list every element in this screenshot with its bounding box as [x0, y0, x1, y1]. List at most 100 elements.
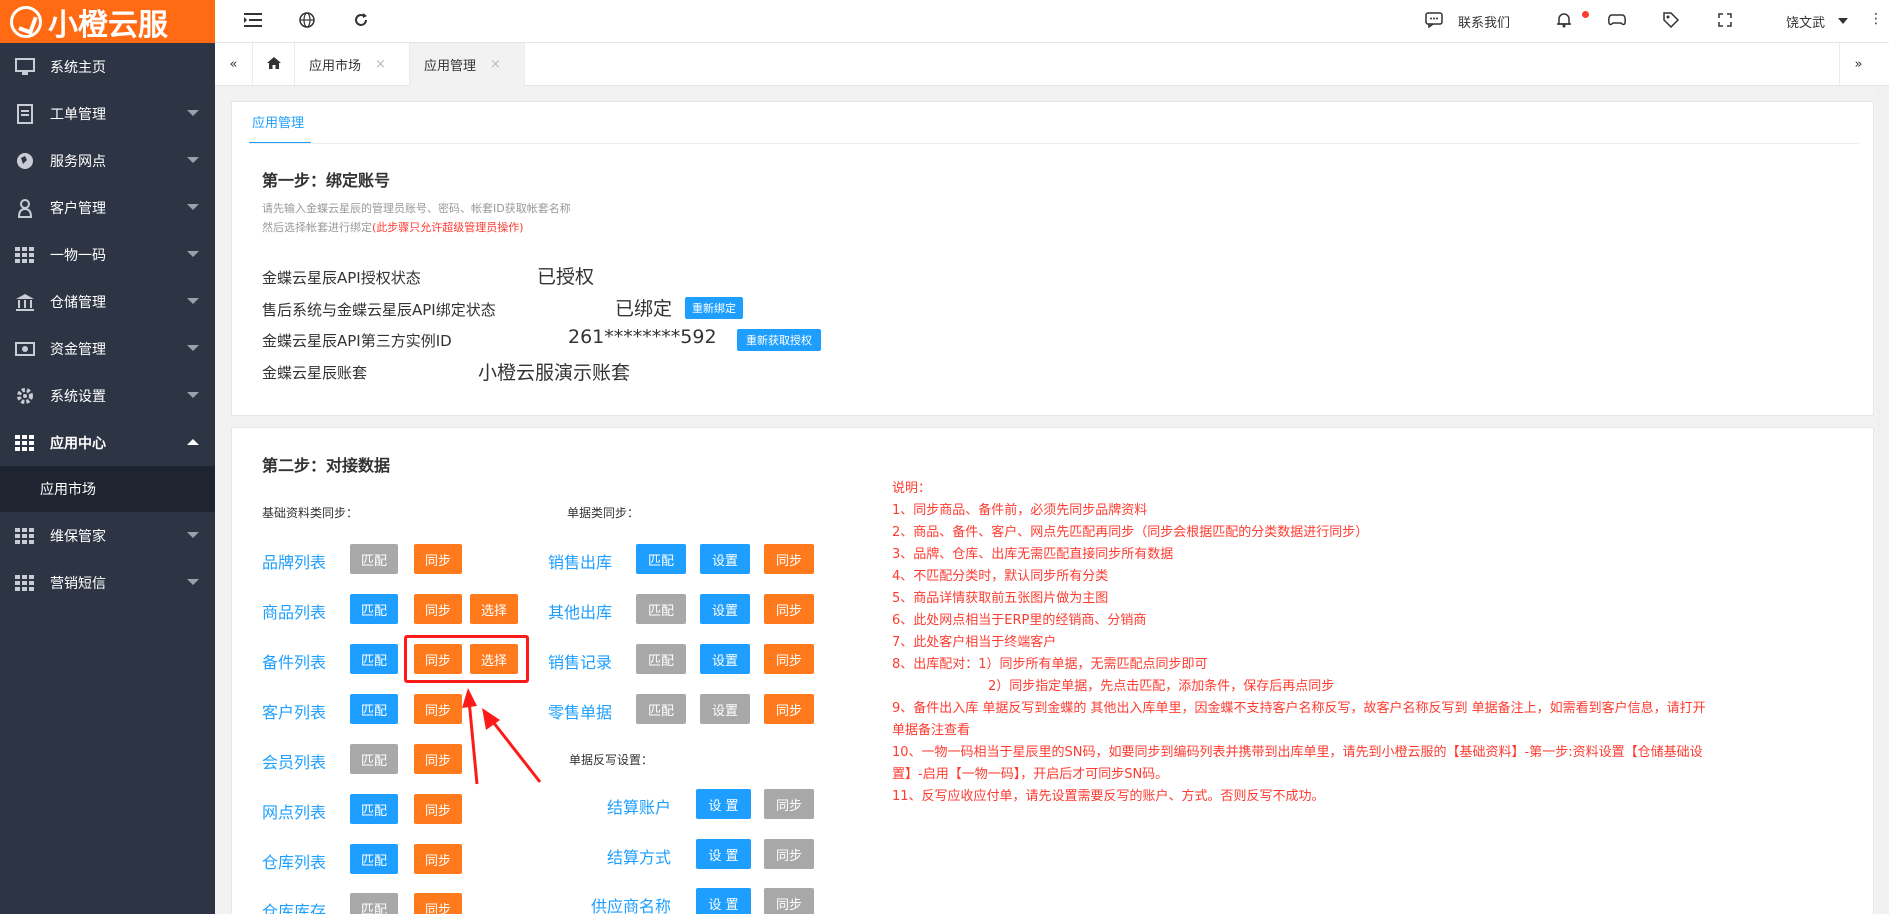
sidebar-item-tickets[interactable]: 工单管理: [0, 90, 215, 137]
supplier-name-sync-button[interactable]: 同步: [764, 888, 814, 914]
hint-text: 然后选择帐套进行绑定: [262, 221, 372, 234]
customer-match-button[interactable]: 匹配: [350, 694, 398, 724]
sales-record-match-button[interactable]: 匹配: [636, 644, 686, 674]
sidebar-item-label: 系统设置: [50, 388, 106, 405]
close-icon[interactable]: ×: [490, 57, 501, 72]
retail-doc-sync-button[interactable]: 同步: [764, 694, 814, 724]
other-outbound-setting-button[interactable]: 设置: [700, 594, 750, 624]
bind-status-label: 售后系统与金蝶云星辰API绑定状态: [262, 301, 496, 319]
sidebar-item-label: 仓储管理: [50, 294, 106, 311]
menu-collapse-icon[interactable]: [243, 12, 263, 32]
outlet-match-button[interactable]: 匹配: [350, 794, 398, 824]
contact-us-link[interactable]: 联系我们: [1458, 12, 1510, 31]
sales-outbound-label: 销售出库: [548, 553, 613, 572]
fullscreen-icon[interactable]: [1715, 12, 1735, 32]
parts-match-button[interactable]: 匹配: [350, 644, 398, 674]
note-line-14: 11、反写应收应付单，请先设置需要反写的账户、方式。否则反写不成功。: [892, 789, 1325, 804]
brand-sync-button[interactable]: 同步: [414, 544, 462, 574]
brand-logo[interactable]: 小橙云服: [0, 0, 215, 43]
more-menu-icon[interactable]: ⋮: [1869, 11, 1883, 27]
note-line-9: 2）同步指定单据，先点击匹配，添加条件，保存后再点同步: [988, 679, 1335, 694]
sidebar-item-label: 客户管理: [50, 200, 106, 217]
step1-hint-2: 然后选择帐套进行绑定(此步骤只允许超级管理员操作): [262, 219, 524, 235]
settle-account-label: 结算账户: [607, 798, 672, 817]
note-line-12: 10、一物一码相当于星辰里的SN码，如要同步到编码列表并携带到出库单里，请先到小…: [892, 745, 1703, 760]
monitor-icon: [14, 57, 36, 77]
other-outbound-match-button[interactable]: 匹配: [636, 594, 686, 624]
double-chevron-right-icon: »: [1854, 57, 1863, 72]
sales-record-sync-button[interactable]: 同步: [764, 644, 814, 674]
stock-match-button[interactable]: 匹配: [350, 893, 398, 914]
sidebar-item-home[interactable]: 系统主页: [0, 43, 215, 90]
settle-method-sync-button[interactable]: 同步: [764, 839, 814, 869]
product-match-button[interactable]: 匹配: [350, 594, 398, 624]
sidebar-item-settings[interactable]: 系统设置: [0, 372, 215, 419]
sidebar-item-label: 维保管家: [50, 528, 106, 545]
settle-account-setting-button[interactable]: 设 置: [696, 789, 751, 819]
api-auth-status-value: 已授权: [537, 266, 595, 288]
money-icon: [14, 339, 36, 359]
gamepad-icon[interactable]: [1607, 12, 1627, 32]
sales-record-setting-button[interactable]: 设置: [700, 644, 750, 674]
tag-icon[interactable]: [1661, 12, 1681, 32]
close-icon[interactable]: ×: [375, 57, 386, 72]
panel-tab-app-manage[interactable]: 应用管理: [252, 112, 304, 131]
user-name[interactable]: 饶文武: [1786, 12, 1825, 31]
page-scrollbar[interactable]: [1877, 86, 1889, 914]
tabs-scroll-left[interactable]: «: [215, 43, 253, 86]
sidebar-item-maintenance[interactable]: 维保管家: [0, 512, 215, 559]
tab-app-manage[interactable]: 应用管理 ×: [410, 43, 525, 86]
globe-icon[interactable]: [297, 12, 317, 32]
sidebar-subitem-label: 应用市场: [40, 482, 96, 498]
other-outbound-sync-button[interactable]: 同步: [764, 594, 814, 624]
chevron-down-icon: [187, 345, 199, 351]
user-dropdown-icon[interactable]: [1838, 18, 1848, 24]
tabs-scroll-right[interactable]: »: [1839, 43, 1877, 86]
sales-outbound-setting-button[interactable]: 设置: [700, 544, 750, 574]
sidebar-item-funds[interactable]: 资金管理: [0, 325, 215, 372]
sidebar-item-warehouse[interactable]: 仓储管理: [0, 278, 215, 325]
stock-sync-button[interactable]: 同步: [414, 893, 462, 914]
sidebar-item-one-code[interactable]: 一物一码: [0, 231, 215, 278]
retail-doc-match-button[interactable]: 匹配: [636, 694, 686, 724]
sidebar: 小橙云服 系统主页 工单管理 服务网点 客户管理 一物一码 仓储管理 资金管理 …: [0, 0, 215, 914]
tabs-bar: « 应用市场 × 应用管理 × »: [215, 43, 1889, 86]
settle-account-sync-button[interactable]: 同步: [764, 789, 814, 819]
sidebar-item-customers[interactable]: 客户管理: [0, 184, 215, 231]
sidebar-item-sms[interactable]: 营销短信: [0, 559, 215, 606]
rebind-button[interactable]: 重新绑定: [685, 297, 743, 319]
retail-doc-setting-button[interactable]: 设置: [700, 694, 750, 724]
logo-text: 小橙云服: [48, 7, 168, 43]
bell-icon[interactable]: [1554, 12, 1574, 32]
settle-method-setting-button[interactable]: 设 置: [696, 839, 751, 869]
top-bar: 联系我们 饶文武 ⋮: [215, 0, 1889, 43]
warehouse-sync-button[interactable]: 同步: [414, 844, 462, 874]
sales-outbound-sync-button[interactable]: 同步: [764, 544, 814, 574]
sidebar-subitem-app-market[interactable]: 应用市场: [0, 466, 215, 512]
supplier-name-setting-button[interactable]: 设 置: [696, 888, 751, 914]
sidebar-item-app-center[interactable]: 应用中心: [0, 419, 215, 466]
tab-home[interactable]: [253, 43, 295, 86]
member-match-button[interactable]: 匹配: [350, 744, 398, 774]
brand-match-button[interactable]: 匹配: [350, 544, 398, 574]
note-line-8: 8、出库配对：1）同步所有单据，无需匹配点同步即可: [892, 657, 1208, 672]
warehouse-match-button[interactable]: 匹配: [350, 844, 398, 874]
product-sync-button[interactable]: 同步: [414, 594, 462, 624]
reauthorize-button[interactable]: 重新获取授权: [737, 329, 821, 351]
sales-outbound-match-button[interactable]: 匹配: [636, 544, 686, 574]
refresh-icon[interactable]: [351, 12, 371, 32]
globe-icon: [14, 151, 36, 171]
sidebar-item-label: 工单管理: [50, 106, 106, 123]
supplier-name-label: 供应商名称: [591, 897, 672, 914]
outlet-sync-button[interactable]: 同步: [414, 794, 462, 824]
product-select-button[interactable]: 选择: [470, 594, 518, 624]
home-icon: [266, 56, 282, 74]
chevron-down-icon: [187, 204, 199, 210]
user-icon: [14, 198, 36, 218]
step1-hint-1: 请先输入金蝶云星辰的管理员账号、密码、帐套ID获取帐套名称: [262, 202, 571, 215]
tab-app-market[interactable]: 应用市场 ×: [295, 43, 410, 86]
sidebar-item-service-points[interactable]: 服务网点: [0, 137, 215, 184]
note-line-1: 1、同步商品、备件前，必须先同步品牌资料: [892, 503, 1148, 518]
chat-icon[interactable]: [1424, 12, 1444, 32]
bind-status-value: 已绑定: [615, 298, 673, 320]
